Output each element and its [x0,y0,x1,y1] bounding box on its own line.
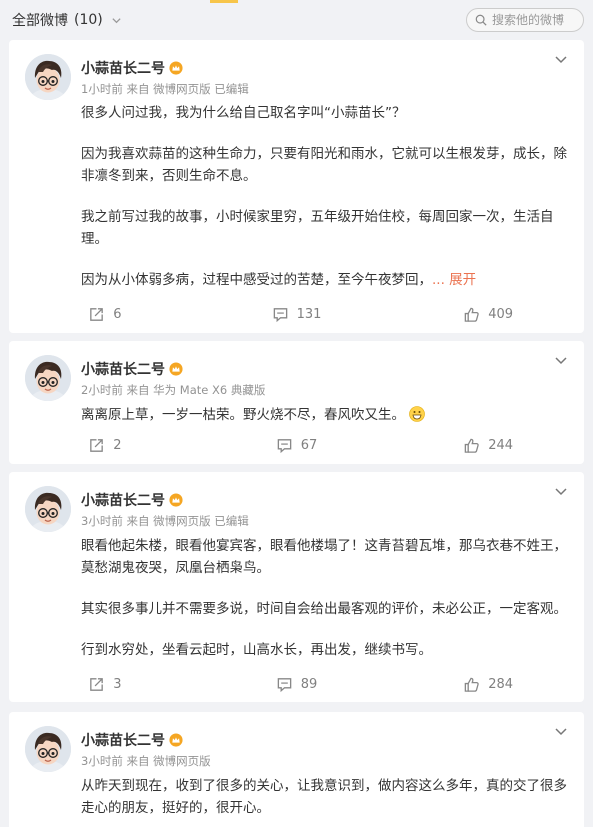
post-paragraph: 离离原上草，一岁一枯荣。野火烧不尽，春风吹又生。 [81,404,568,426]
chevron-down-icon[interactable] [554,724,568,738]
search-icon [475,14,487,26]
crown-icon [169,61,183,75]
post-paragraph-text: 因为从小体弱多病，过程中感受过的苦楚，至今午夜梦回， [81,272,432,288]
author-name-text: 小蒜苗长二号 [81,493,165,509]
author-name[interactable]: 小蒜苗长二号 [81,359,183,379]
post-meta: 1小时前 来自 微博网页版 已编辑 [81,82,249,96]
comment-icon [276,676,293,693]
action-bar: 2 67 244 [9,434,584,456]
header-accent [210,0,238,3]
post-card: 小蒜苗长二号 3小时前 来自 微博网页版 从昨天到现在，收到了很多的关心，让我意… [9,712,584,827]
post-paragraph-text: 离离原上草，一岁一枯荣。野火烧不尽，春风吹又生。 [81,407,405,423]
author-name[interactable]: 小蒜苗长二号 [81,58,183,78]
filter-count: (10) [74,12,103,28]
like-button[interactable]: 284 [392,673,584,695]
post-paragraph: 眼看他起朱楼，眼看他宴宾客，眼看他楼塌了！这青苔碧瓦堆，那乌衣巷不姓王，莫愁湖鬼… [81,538,567,576]
comment-count: 131 [296,306,322,322]
avatar[interactable] [25,355,71,401]
repost-count: 2 [113,437,122,453]
repost-button[interactable]: 3 [9,673,201,695]
thumbs-up-icon [463,437,480,454]
post-card: 小蒜苗长二号 3小时前 来自 微博网页版 已编辑 眼看他起朱楼，眼看他宴宾客，眼… [9,472,584,702]
repost-count: 3 [113,676,122,692]
repost-icon [88,306,105,323]
comment-count: 67 [300,437,318,453]
action-bar: 6 131 409 [9,303,584,325]
post-meta: 3小时前 来自 微博网页版 [81,754,211,768]
chevron-down-icon[interactable] [554,484,568,498]
comment-icon [272,306,289,323]
comment-button[interactable]: 67 [201,434,393,456]
post-card: 小蒜苗长二号 1小时前 来自 微博网页版 已编辑 很多人问过我，我为什么给自己取… [9,40,584,333]
post-paragraph: 很多人问过我，我为什么给自己取名字叫“小蒜苗长”？ [81,105,406,121]
author-name-text: 小蒜苗长二号 [81,61,165,77]
action-bar: 3 89 284 [9,673,584,695]
author-name-text: 小蒜苗长二号 [81,733,165,749]
comment-icon [276,437,293,454]
post-paragraph: 其实很多事儿并不需要多说，时间自会给出最客观的评价，未必公正，一定客观。 [81,601,567,617]
chevron-down-icon[interactable] [554,353,568,367]
crown-icon [169,362,183,376]
grin-emoji-icon [409,406,425,422]
post-paragraph: 从昨天到现在，收到了很多的关心，让我意识到，做内容这么多年，真的交了很多走心的朋… [81,778,567,816]
author-name-text: 小蒜苗长二号 [81,362,165,378]
like-button[interactable]: 244 [392,434,584,456]
post-text: 离离原上草，一岁一枯荣。野火烧不尽，春风吹又生。 [81,404,568,426]
comment-button[interactable]: 131 [201,303,393,325]
avatar[interactable] [25,726,71,772]
repost-icon [88,676,105,693]
like-count: 409 [488,306,514,322]
comment-button[interactable]: 89 [201,673,393,695]
like-button[interactable]: 409 [392,303,584,325]
author-name[interactable]: 小蒜苗长二号 [81,490,183,510]
thumbs-up-icon [463,676,480,693]
post-paragraph: 我之前写过我的故事，小时候家里穷，五年级开始住校，每周回家一次，生活自理。 [81,209,554,247]
thumbs-up-icon [463,306,480,323]
feed-filter-dropdown[interactable]: 全部微博 (10) [12,10,122,30]
repost-button[interactable]: 2 [9,434,201,456]
search-box[interactable] [466,8,584,32]
filter-label: 全部微博 [12,13,68,29]
post-text: 从昨天到现在，收到了很多的关心，让我意识到，做内容这么多年，真的交了很多走心的朋… [81,775,568,819]
post-paragraph: 行到水穷处，坐看云起时，山高水长，再出发，继续书写。 [81,642,432,658]
expand-link[interactable]: ... 展开 [432,272,476,288]
crown-icon [169,493,183,507]
post-text: 眼看他起朱楼，眼看他宴宾客，眼看他楼塌了！这青苔碧瓦堆，那乌衣巷不姓王，莫愁湖鬼… [81,535,568,661]
avatar[interactable] [25,486,71,532]
post-text: 很多人问过我，我为什么给自己取名字叫“小蒜苗长”？ 因为我喜欢蒜苗的这种生命力，… [81,102,568,291]
comment-count: 89 [300,676,318,692]
post-paragraph: 因为从小体弱多病，过程中感受过的苦楚，至今午夜梦回，... 展开 [81,269,568,291]
post-meta: 3小时前 来自 微博网页版 已编辑 [81,514,249,528]
repost-count: 6 [113,306,122,322]
crown-icon [169,733,183,747]
like-count: 284 [488,676,514,692]
chevron-down-icon [112,17,121,23]
repost-icon [88,437,105,454]
post-card: 小蒜苗长二号 2小时前 来自 华为 Mate X6 典藏版 离离原上草，一岁一枯… [9,341,584,464]
feed-header: 全部微博 (10) [0,0,593,38]
chevron-down-icon[interactable] [554,52,568,66]
post-meta: 2小时前 来自 华为 Mate X6 典藏版 [81,383,266,397]
avatar[interactable] [25,54,71,100]
search-input[interactable] [492,13,580,27]
repost-button[interactable]: 6 [9,303,201,325]
author-name[interactable]: 小蒜苗长二号 [81,730,183,750]
like-count: 244 [488,437,514,453]
post-paragraph: 因为我喜欢蒜苗的这种生命力，只要有阳光和雨水，它就可以生根发芽，成长，除非凛冬到… [81,146,567,184]
